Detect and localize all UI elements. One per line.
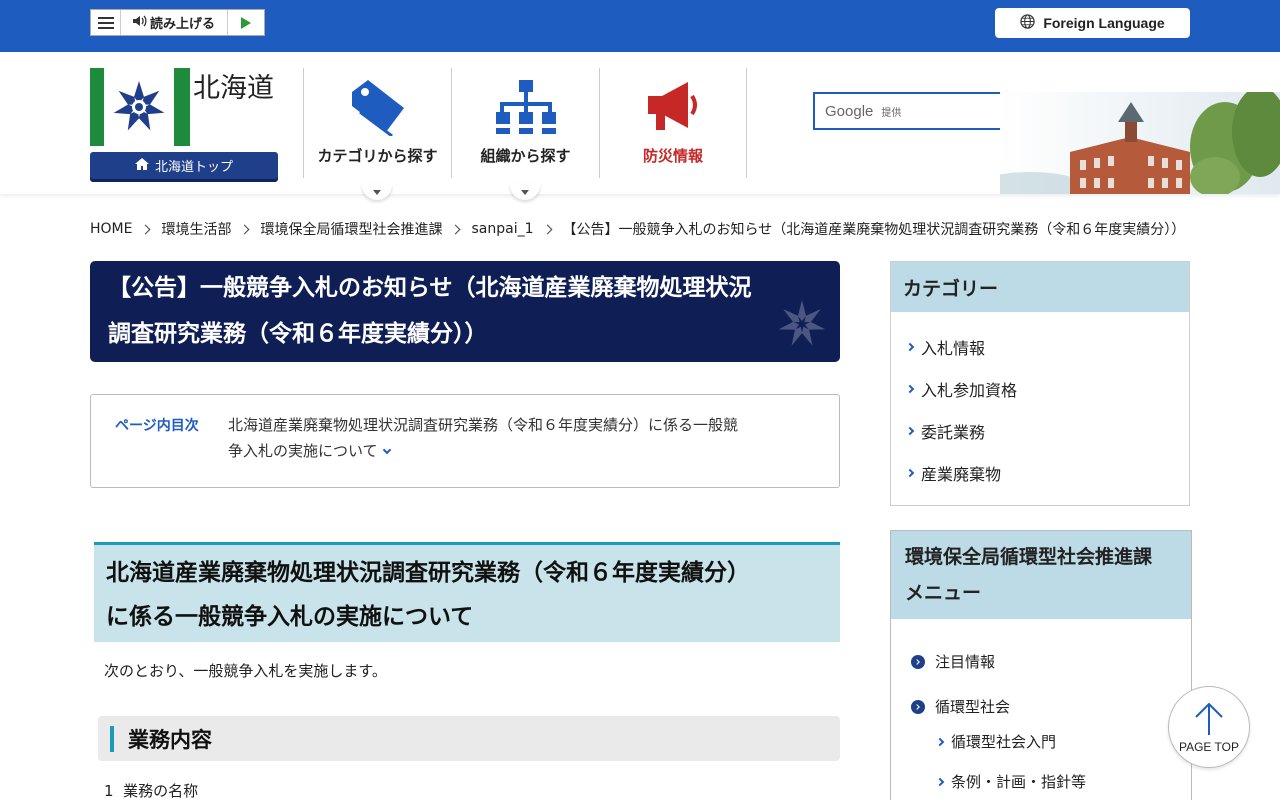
sidebar-item-label: 循環型社会入門 [951, 733, 1057, 751]
megaphone-icon [600, 78, 748, 136]
subheading: 業務内容 [98, 716, 840, 761]
tag-icon [304, 78, 452, 136]
foreign-language-label: Foreign Language [1043, 15, 1165, 31]
hokkaido-top-link[interactable]: 北海道トップ [90, 152, 278, 179]
site-name: 北海道 [193, 73, 274, 104]
foreign-language-button[interactable]: Foreign Language [995, 8, 1190, 38]
nav-category[interactable]: カテゴリから探す [303, 68, 452, 200]
sidebar-division-menu: 環境保全局循環型社会推進課 メニュー 注目情報 循環型社会 循環型社会入門 条例… [890, 530, 1192, 800]
page-top-button[interactable]: PAGE TOP [1168, 686, 1250, 768]
sidebar-item-label: 注目情報 [935, 653, 996, 671]
toc-link-line-2: 争入札の実施について [228, 442, 378, 460]
section-heading: 北海道産業廃棄物処理状況調査研究業務（令和６年度実績分） に係る一般競争入札の実… [94, 542, 840, 642]
nav-category-label: カテゴリから探す [317, 147, 438, 165]
sidebar-category: カテゴリー 入札情報 入札参加資格 委託業務 産業廃棄物 [890, 261, 1190, 506]
play-button[interactable] [228, 10, 264, 35]
breadcrumb-department[interactable]: 環境生活部 [161, 219, 231, 239]
nav-disaster[interactable]: 防災情報 [599, 68, 747, 178]
hokkaido-top-label: 北海道トップ [154, 160, 233, 175]
page-table-of-contents: ページ内目次 北海道産業廃棄物処理状況調査研究業務（令和６年度実績分）に係る一般… [90, 394, 840, 488]
chevron-right-icon [935, 777, 945, 786]
section-heading-line-1: 北海道産業廃棄物処理状況調査研究業務（令和６年度実績分） [106, 560, 750, 586]
toc-label: ページ内目次 [115, 418, 199, 434]
globe-icon [1020, 14, 1035, 32]
sidebar-item-featured[interactable]: 注目情報 [911, 651, 995, 672]
section-lead: 次のとおり、一般競争入札を実施します。 [104, 662, 387, 680]
read-aloud-label: 読み上げる [149, 17, 215, 32]
sidebar-item-label: 産業廃棄物 [921, 465, 1002, 484]
sidebar-item-ordinances[interactable]: 条例・計画・指針等 [935, 771, 1087, 792]
circle-chevron-icon [911, 654, 925, 669]
sidebar-item-label: 循環型社会 [935, 698, 1011, 716]
chevron-right-icon [905, 384, 915, 394]
toc-link[interactable]: 北海道産業廃棄物処理状況調査研究業務（令和６年度実績分）に係る一般競 争入札の実… [228, 412, 788, 464]
sidebar-item-label: 入札情報 [921, 339, 986, 358]
sidebar-item-industrial-waste[interactable]: 産業廃棄物 [891, 452, 1189, 494]
read-aloud-button[interactable]: 読み上げる [121, 10, 228, 35]
hokkaido-flag-logo[interactable] [90, 68, 190, 146]
read-menu-button[interactable] [91, 10, 121, 35]
chevron-right-icon [905, 468, 915, 478]
search-provided-label: 提供 [881, 107, 902, 119]
speaker-icon [132, 15, 147, 31]
sidebar-menu-title: 環境保全局循環型社会推進課 メニュー [891, 531, 1191, 619]
page-title-line-2: 調査研究業務（令和６年度実績分）） [108, 321, 488, 347]
read-aloud-toolbar: 読み上げる [90, 9, 265, 36]
breadcrumb-current: 【公告】一般競争入札のお知らせ（北海道産業廃棄物処理状況調査研究業務（令和６年度… [562, 222, 1186, 238]
chevron-right-icon [905, 426, 915, 436]
breadcrumb-section[interactable]: sanpai_1 [471, 221, 533, 237]
search-brand: Google [825, 102, 874, 120]
subheading-accent-bar [110, 725, 114, 752]
page-top-label: PAGE TOP [1178, 739, 1240, 754]
toc-link-line-1: 北海道産業廃棄物処理状況調査研究業務（令和６年度実績分）に係る一般競 [228, 416, 739, 434]
sidebar-category-title: カテゴリー [891, 262, 1189, 312]
play-icon [241, 16, 251, 29]
site-header: 北海道 北海道トップ カテゴリから探す 組織から探す 防災情報 Google 提… [0, 52, 1280, 208]
section-heading-line-2: に係る一般競争入札の実施について [106, 604, 474, 630]
chevron-right-icon [905, 342, 915, 352]
sidebar-item-bidding-info[interactable]: 入札情報 [891, 326, 1189, 368]
nav-disaster-label: 防災情報 [642, 147, 703, 165]
home-icon [134, 157, 149, 174]
menu-icon [97, 16, 114, 29]
arrow-up-icon [1192, 701, 1226, 740]
government-building-illustration [970, 87, 1280, 208]
page-title: 【公告】一般競争入札のお知らせ（北海道産業廃棄物処理状況 調査研究業務（令和６年… [90, 261, 840, 362]
top-bar: 読み上げる Foreign Language [0, 0, 1280, 52]
list-item: 1 業務の名称 [104, 782, 199, 800]
nav-organization[interactable]: 組織から探す [451, 68, 600, 200]
breadcrumb-home[interactable]: HOME [90, 221, 132, 237]
chevron-down-icon[interactable] [510, 184, 540, 200]
snowflake-emblem-icon [770, 294, 834, 362]
sidebar-item-circular-society[interactable]: 循環型社会 [911, 696, 1010, 717]
org-chart-icon [452, 78, 600, 136]
chevron-down-icon [382, 445, 391, 455]
page-title-line-1: 【公告】一般競争入札のお知らせ（北海道産業廃棄物処理状況 [108, 275, 752, 301]
breadcrumb-division[interactable]: 環境保全局循環型社会推進課 [260, 219, 442, 239]
sidebar-item-circular-intro[interactable]: 循環型社会入門 [935, 731, 1057, 752]
sidebar-menu-title-line-2: メニュー [905, 582, 982, 604]
sidebar-item-label: 委託業務 [921, 423, 986, 442]
sidebar-item-label: 入札参加資格 [921, 381, 1018, 400]
nav-organization-label: 組織から探す [480, 147, 571, 165]
circle-chevron-icon [911, 699, 925, 714]
sidebar-item-label: 条例・計画・指針等 [951, 773, 1087, 791]
sidebar-item-commission[interactable]: 委託業務 [891, 410, 1189, 452]
chevron-right-icon [935, 737, 945, 746]
breadcrumb: HOME 環境生活部 環境保全局循環型社会推進課 sanpai_1 【公告】一般… [90, 219, 1185, 239]
sidebar-item-qualification[interactable]: 入札参加資格 [891, 368, 1189, 410]
sidebar-menu-title-line-1: 環境保全局循環型社会推進課 [905, 546, 1153, 568]
chevron-down-icon[interactable] [362, 184, 392, 200]
subheading-label: 業務内容 [128, 727, 212, 752]
